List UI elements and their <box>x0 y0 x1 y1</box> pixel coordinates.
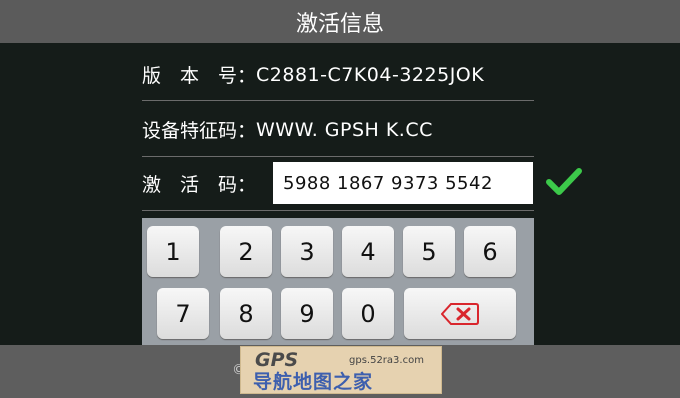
page-title: 激活信息 <box>295 11 384 37</box>
backspace-icon <box>441 302 479 325</box>
key-1[interactable]: 1 <box>147 226 199 277</box>
key-6[interactable]: 6 <box>464 226 516 277</box>
check-icon <box>546 168 582 195</box>
watermark-name: 导航地图之家 <box>253 371 374 393</box>
version-value: C2881-C7K04-3225JOK <box>256 63 485 86</box>
numeric-keyboard: 1 2 3 4 5 6 7 8 9 0 <box>142 218 534 345</box>
feature-code-value: WWW. GPSH K.CC <box>256 118 433 141</box>
key-7[interactable]: 7 <box>157 288 209 339</box>
activation-code-value: 5988 1867 9373 5542 <box>283 172 493 194</box>
backspace-button[interactable] <box>404 288 516 339</box>
feature-code-row: 设备特征码： WWW. GPSH K.CC <box>142 101 534 158</box>
key-2[interactable]: 2 <box>220 226 272 277</box>
version-row: 版 本 号： C2881-C7K04-3225JOK <box>142 46 534 103</box>
key-9[interactable]: 9 <box>281 288 333 339</box>
key-8[interactable]: 8 <box>220 288 272 339</box>
watermark-logo: GPS gps.52ra3.com 导航地图之家 <box>240 346 442 394</box>
title-bar: 激活信息 <box>0 0 680 43</box>
activation-code-input[interactable]: 5988 1867 9373 5542 <box>273 162 533 204</box>
key-4[interactable]: 4 <box>342 226 394 277</box>
divider <box>142 210 534 211</box>
key-0[interactable]: 0 <box>342 288 394 339</box>
key-3[interactable]: 3 <box>281 226 333 277</box>
feature-code-label: 设备特征码： <box>142 120 257 142</box>
activation-code-label: 激 活 码： <box>142 174 257 196</box>
activation-panel: 版 本 号： C2881-C7K04-3225JOK 设备特征码： WWW. G… <box>0 43 680 345</box>
version-label: 版 本 号： <box>142 65 257 87</box>
watermark-url: gps.52ra3.com <box>349 355 424 366</box>
key-5[interactable]: 5 <box>403 226 455 277</box>
